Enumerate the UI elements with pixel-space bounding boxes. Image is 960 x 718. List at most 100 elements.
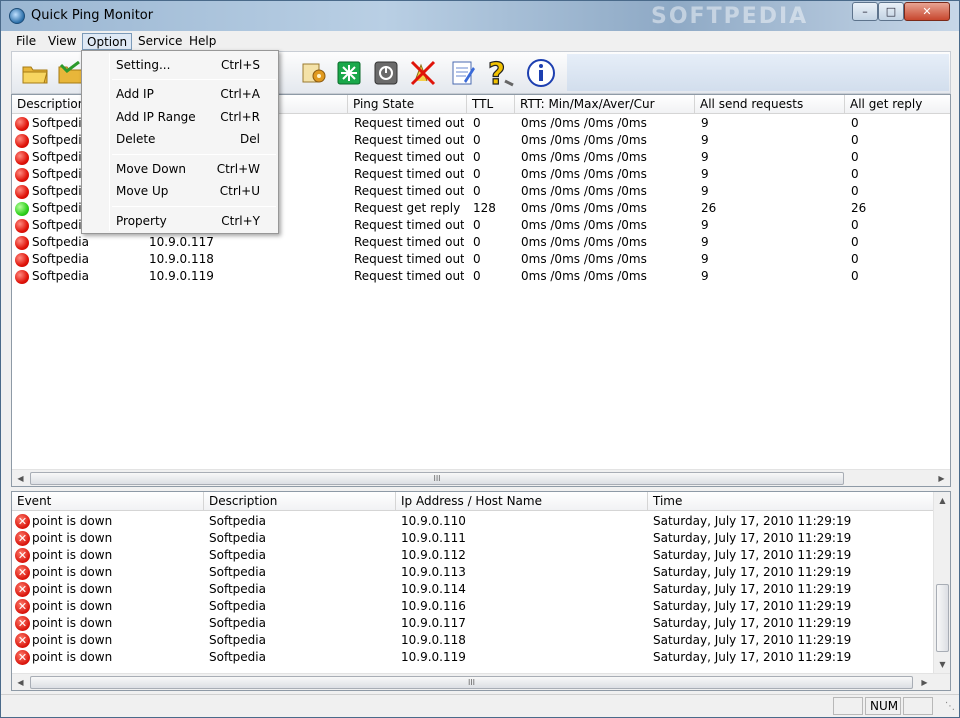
- host-ping-state: Request timed out: [354, 133, 464, 147]
- event-row[interactable]: ✕ point is down Softpedia 10.9.0.117 Saturda…: [12, 615, 935, 632]
- scroll-thumb[interactable]: III: [30, 472, 844, 485]
- event-log-header: Event Description Ip Address / Host Name…: [12, 492, 935, 511]
- event-ip: 10.9.0.116: [401, 599, 466, 613]
- scroll-thumb[interactable]: III: [30, 676, 913, 689]
- status-down-icon: [15, 168, 29, 182]
- menu-item-add-ip-range[interactable]: Add IP Range Ctrl+R: [84, 106, 276, 128]
- host-rtt: 0ms /0ms /0ms /0ms: [521, 167, 647, 181]
- resize-grip-icon[interactable]: ⋱: [945, 701, 955, 712]
- host-ping-state: Request get reply: [354, 201, 461, 215]
- close-button[interactable]: ✕: [904, 2, 950, 21]
- host-send-count: 9: [701, 235, 709, 249]
- host-ttl: 0: [473, 269, 481, 283]
- error-icon: ✕: [15, 633, 30, 648]
- event-log-vscrollbar[interactable]: ▲ ▼: [933, 492, 950, 673]
- host-send-count: 26: [701, 201, 717, 215]
- host-ttl: 0: [473, 252, 481, 266]
- col-all-send[interactable]: All send requests: [695, 95, 845, 114]
- event-time: Saturday, July 17, 2010 11:29:19: [653, 531, 852, 545]
- menu-item-label: Property: [116, 214, 167, 228]
- host-send-count: 9: [701, 116, 709, 130]
- minimize-button[interactable]: –: [852, 2, 878, 21]
- event-description: Softpedia: [209, 650, 266, 664]
- event-row[interactable]: ✕ point is down Softpedia 10.9.0.113 Saturda…: [12, 564, 935, 581]
- event-description: Softpedia: [209, 582, 266, 596]
- menu-item-delete[interactable]: Delete Del: [84, 128, 276, 150]
- event-time: Saturday, July 17, 2010 11:29:19: [653, 582, 852, 596]
- open-folder-icon[interactable]: [18, 56, 52, 90]
- menu-item-setting[interactable]: Setting... Ctrl+S: [84, 54, 276, 76]
- menu-item-move-down[interactable]: Move Down Ctrl+W: [84, 158, 276, 180]
- host-row[interactable]: Softpedia 10.9.0.119 Request timed out 0 0ms…: [12, 268, 950, 285]
- scroll-left-arrow[interactable]: ◀: [12, 674, 29, 690]
- vscroll-thumb[interactable]: [936, 584, 949, 652]
- host-ttl: 0: [473, 235, 481, 249]
- host-rtt: 0ms /0ms /0ms /0ms: [521, 184, 647, 198]
- event-text: point is down: [32, 582, 113, 596]
- event-ip: 10.9.0.111: [401, 531, 466, 545]
- maximize-button[interactable]: □: [878, 2, 904, 21]
- host-ping-state: Request timed out: [354, 218, 464, 232]
- menu-item-label: Add IP: [116, 87, 154, 101]
- settings-icon[interactable]: [297, 56, 331, 90]
- error-icon: ✕: [15, 599, 30, 614]
- host-send-count: 9: [701, 184, 709, 198]
- event-row[interactable]: ✕ point is down Softpedia 10.9.0.116 Saturda…: [12, 598, 935, 615]
- info-icon[interactable]: [524, 56, 558, 90]
- event-row[interactable]: ✕ point is down Softpedia 10.9.0.110 Saturda…: [12, 513, 935, 530]
- host-send-count: 9: [701, 269, 709, 283]
- col-event-ip[interactable]: Ip Address / Host Name: [396, 492, 648, 511]
- event-time: Saturday, July 17, 2010 11:29:19: [653, 548, 852, 562]
- col-ttl[interactable]: TTL: [467, 95, 515, 114]
- menu-item-property[interactable]: Property Ctrl+Y: [84, 210, 276, 232]
- clear-icon[interactable]: [406, 56, 440, 90]
- event-time: Saturday, July 17, 2010 11:29:19: [653, 514, 852, 528]
- scroll-left-arrow[interactable]: ◀: [12, 470, 29, 486]
- menu-help[interactable]: Help: [185, 33, 220, 50]
- event-log-hscrollbar[interactable]: ◀ III ▶: [12, 673, 950, 690]
- notes-icon[interactable]: [446, 56, 480, 90]
- event-row[interactable]: ✕ point is down Softpedia 10.9.0.118 Saturda…: [12, 632, 935, 649]
- start-icon[interactable]: [332, 56, 366, 90]
- error-icon: ✕: [15, 582, 30, 597]
- menu-item-move-up[interactable]: Move Up Ctrl+U: [84, 180, 276, 202]
- menu-service[interactable]: Service: [134, 33, 186, 50]
- host-description: Softpedia: [32, 269, 89, 283]
- host-rtt: 0ms /0ms /0ms /0ms: [521, 269, 647, 283]
- event-row[interactable]: ✕ point is down Softpedia 10.9.0.119 Saturda…: [12, 649, 935, 666]
- menu-item-add-ip[interactable]: Add IP Ctrl+A: [84, 83, 276, 105]
- col-all-reply[interactable]: All get reply: [845, 95, 950, 114]
- host-row[interactable]: Softpedia 10.9.0.118 Request timed out 0 0ms…: [12, 251, 950, 268]
- event-row[interactable]: ✕ point is down Softpedia 10.9.0.112 Saturda…: [12, 547, 935, 564]
- host-reply-count: 0: [851, 184, 859, 198]
- col-event-description[interactable]: Description: [204, 492, 396, 511]
- menu-file[interactable]: File: [12, 33, 40, 50]
- event-row[interactable]: ✕ point is down Softpedia 10.9.0.111 Saturda…: [12, 530, 935, 547]
- stop-icon[interactable]: [369, 56, 403, 90]
- col-ping-state[interactable]: Ping State: [348, 95, 467, 114]
- event-description: Softpedia: [209, 599, 266, 613]
- scroll-right-arrow[interactable]: ▶: [933, 470, 950, 486]
- host-description: Softpedia: [32, 235, 89, 249]
- col-rtt[interactable]: RTT: Min/Max/Aver/Cur: [515, 95, 695, 114]
- host-row[interactable]: Softpedia 10.9.0.117 Request timed out 0 0ms…: [12, 234, 950, 251]
- host-ttl: 0: [473, 150, 481, 164]
- host-rtt: 0ms /0ms /0ms /0ms: [521, 235, 647, 249]
- help-icon[interactable]: ?: [483, 56, 517, 90]
- col-event[interactable]: Event: [12, 492, 204, 511]
- scroll-up-arrow[interactable]: ▲: [934, 492, 950, 509]
- menu-item-shortcut: Ctrl+Y: [221, 214, 260, 228]
- menu-option[interactable]: Option: [82, 33, 133, 50]
- scroll-right-arrow[interactable]: ▶: [916, 674, 933, 690]
- host-list-hscrollbar[interactable]: ◀ III ▶: [12, 469, 950, 486]
- event-log[interactable]: Event Description Ip Address / Host Name…: [11, 491, 951, 691]
- event-row[interactable]: ✕ point is down Softpedia 10.9.0.114 Saturda…: [12, 581, 935, 598]
- scroll-down-arrow[interactable]: ▼: [934, 656, 950, 673]
- col-time[interactable]: Time: [648, 492, 935, 511]
- status-down-icon: [15, 270, 29, 284]
- title-bar[interactable]: Quick Ping Monitor SOFTPEDIA – □ ✕: [1, 1, 959, 31]
- toolbar-empty-area: [567, 54, 949, 91]
- status-num-indicator: NUM: [865, 697, 901, 715]
- error-icon: ✕: [15, 616, 30, 631]
- menu-view[interactable]: View: [44, 33, 80, 50]
